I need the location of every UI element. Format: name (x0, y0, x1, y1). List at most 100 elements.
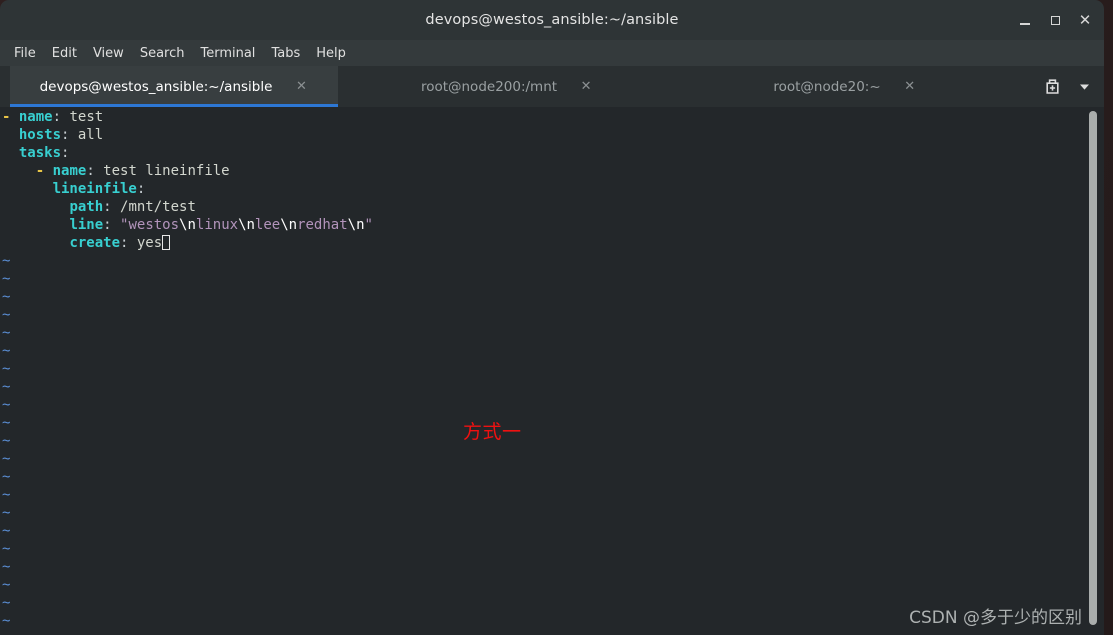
menu-item-edit[interactable]: Edit (44, 44, 85, 63)
terminal-token: create (69, 235, 121, 251)
tabbar-left-spacer (0, 66, 10, 107)
terminal-token: \n (179, 217, 196, 233)
tab-close-icon[interactable]: ✕ (579, 79, 593, 94)
vim-tilde-marker: ~ (2, 271, 11, 287)
vim-tilde-marker: ~ (2, 325, 11, 341)
terminal-empty-line: ~ (0, 450, 1104, 468)
terminal-token: redhat (297, 217, 348, 233)
terminal-empty-line: ~ (0, 306, 1104, 324)
vim-tilde-marker: ~ (2, 289, 11, 305)
terminal-empty-line: ~ (0, 360, 1104, 378)
window-controls: ✕ (1010, 0, 1100, 40)
minimize-button[interactable] (1010, 5, 1040, 35)
tab-close-icon[interactable]: ✕ (903, 79, 917, 94)
annotation-text: 方式一 (463, 421, 522, 443)
terminal-scrollbar-thumb[interactable] (1089, 111, 1097, 625)
maximize-icon (1050, 15, 1060, 25)
terminal-empty-line: ~ (0, 414, 1104, 432)
tab-root-node20-home[interactable]: root@node20:~ ✕ (676, 66, 1014, 107)
terminal-token: : (103, 217, 112, 233)
terminal-line: create: yes (0, 234, 1104, 252)
terminal-empty-line: ~ (0, 576, 1104, 594)
close-button[interactable]: ✕ (1070, 5, 1100, 35)
terminal-line: tasks: (0, 144, 1104, 162)
window-titlebar: devops@westos_ansible:~/ansible ✕ (0, 0, 1104, 40)
terminal-empty-line: ~ (0, 342, 1104, 360)
terminal-empty-line: ~ (0, 324, 1104, 342)
terminal-line: - name: test (0, 108, 1104, 126)
terminal-empty-line: ~ (0, 522, 1104, 540)
vim-tilde-marker: ~ (2, 343, 11, 359)
terminal-token: " (364, 217, 373, 233)
maximize-button[interactable] (1040, 5, 1070, 35)
vim-tilde-marker: ~ (2, 505, 11, 521)
terminal-body[interactable]: - name: test hosts: all tasks: - name: t… (0, 107, 1104, 635)
vim-tilde-marker: ~ (2, 415, 11, 431)
terminal-token: hosts (18, 127, 62, 143)
tab-devops-ansible[interactable]: devops@westos_ansible:~/ansible ✕ (10, 66, 338, 107)
terminal-empty-line: ~ (0, 468, 1104, 486)
vim-tilde-marker: ~ (2, 523, 11, 539)
terminal-empty-line: ~ (0, 270, 1104, 288)
watermark-text: CSDN @多于少的区别 (909, 608, 1082, 628)
terminal-scrollbar[interactable] (1086, 107, 1100, 635)
tabbar-actions (1036, 66, 1104, 107)
new-tab-icon (1045, 79, 1059, 94)
menu-item-tabs[interactable]: Tabs (263, 44, 308, 63)
vim-tilde-marker: ~ (2, 253, 11, 269)
terminal-token: lineinfile (52, 181, 137, 197)
terminal-token: \n (347, 217, 365, 233)
new-tab-button[interactable] (1036, 71, 1068, 103)
terminal-token: test lineinfile (94, 163, 230, 179)
vim-tilde-marker: ~ (2, 307, 11, 323)
terminal-token: path (69, 199, 104, 215)
text-cursor (162, 235, 171, 250)
terminal-token: /mnt/test (111, 199, 196, 215)
vim-tilde-marker: ~ (2, 559, 11, 575)
menu-item-terminal[interactable]: Terminal (192, 44, 263, 63)
terminal-empty-line: ~ (0, 540, 1104, 558)
terminal-token: : (86, 163, 95, 179)
tab-label: devops@westos_ansible:~/ansible (39, 78, 273, 95)
vim-tilde-marker: ~ (2, 541, 11, 557)
tab-close-icon[interactable]: ✕ (294, 79, 308, 94)
terminal-token: name (18, 109, 53, 125)
vim-tilde-marker: ~ (2, 487, 11, 503)
terminal-token: "westos (120, 217, 180, 233)
tab-list-dropdown-button[interactable] (1068, 71, 1100, 103)
vim-tilde-marker: ~ (2, 397, 11, 413)
terminal-token: : (52, 109, 62, 125)
terminal-token: \n (238, 217, 255, 233)
terminal-token: name (52, 163, 87, 179)
terminal-empty-line: ~ (0, 378, 1104, 396)
terminal-empty-line: ~ (0, 486, 1104, 504)
terminal-empty-line: ~ (0, 558, 1104, 576)
menu-item-help[interactable]: Help (308, 44, 354, 63)
vim-tilde-marker: ~ (2, 613, 11, 629)
desktop-backdrop: devops@westos_ansible:~/ansible ✕ File E… (0, 0, 1113, 635)
terminal-line: path: /mnt/test (0, 198, 1104, 216)
terminal-token: line (69, 217, 104, 233)
terminal-line: hosts: all (0, 126, 1104, 144)
terminal-token: : (136, 181, 146, 197)
terminal-token: : (103, 199, 112, 215)
terminal-token: linux (195, 217, 239, 233)
terminal-empty-line: ~ (0, 432, 1104, 450)
menu-item-view[interactable]: View (85, 44, 132, 63)
vim-tilde-marker: ~ (2, 595, 11, 611)
menu-item-search[interactable]: Search (132, 44, 193, 63)
terminal-token: yes (128, 235, 163, 251)
tab-root-node200-mnt[interactable]: root@node200:/mnt ✕ (338, 66, 676, 107)
menu-item-file[interactable]: File (6, 44, 44, 63)
terminal-token: all (69, 127, 104, 143)
vim-tilde-marker: ~ (2, 451, 11, 467)
